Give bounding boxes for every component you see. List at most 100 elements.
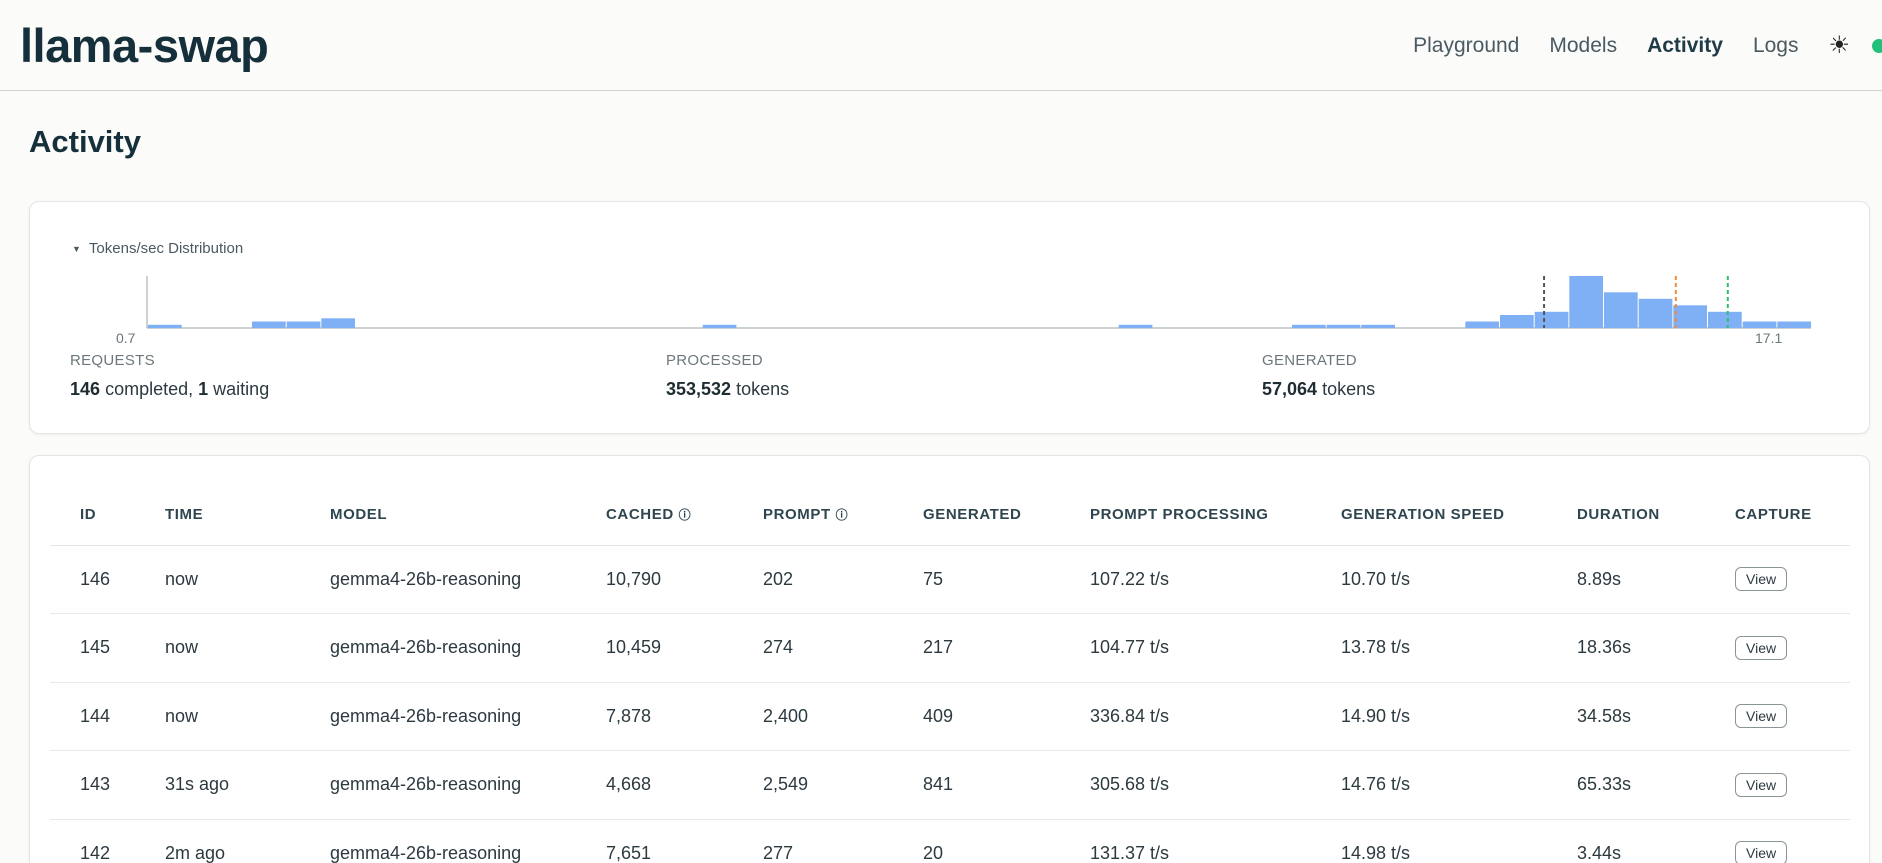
- col-capture: CAPTURE: [1735, 474, 1850, 546]
- cell-prompt: 274: [763, 613, 923, 683]
- histogram-bar[interactable]: [321, 318, 355, 329]
- histogram-min-label: 0.7: [116, 330, 136, 346]
- tokens-histogram: [74, 266, 1814, 352]
- info-icon[interactable]: ⓘ: [679, 508, 692, 522]
- histogram-bar[interactable]: [1604, 292, 1638, 329]
- histogram-max-label: 17.1: [1755, 330, 1783, 346]
- view-capture-button[interactable]: View: [1735, 635, 1788, 660]
- cell-duration: 8.89s: [1577, 545, 1735, 614]
- histogram-bar[interactable]: [252, 321, 286, 329]
- col-cached[interactable]: CACHED ⓘ: [606, 474, 763, 546]
- activity-table: ID TIME MODEL CACHED ⓘ PROMPT ⓘ GENERATE…: [50, 474, 1850, 863]
- histogram-bar[interactable]: [702, 324, 737, 329]
- histogram-bar[interactable]: [1465, 321, 1499, 329]
- generated-unit: tokens: [1322, 379, 1376, 399]
- nav-logs[interactable]: Logs: [1753, 34, 1799, 58]
- table-row: 143 31s ago gemma4-26b-reasoning 4,668 2…: [50, 750, 1850, 820]
- cell-duration: 18.36s: [1577, 613, 1735, 683]
- view-capture-button[interactable]: View: [1735, 772, 1788, 797]
- nav-models[interactable]: Models: [1549, 34, 1617, 58]
- histogram-bar[interactable]: [1292, 324, 1326, 329]
- histogram-bar[interactable]: [1326, 324, 1361, 329]
- table-row: 144 now gemma4-26b-reasoning 7,878 2,400…: [50, 682, 1850, 751]
- col-prompt-processing[interactable]: PROMPT PROCESSING: [1090, 474, 1341, 546]
- histogram-bar[interactable]: [1569, 276, 1603, 328]
- distribution-toggle-label: Tokens/sec Distribution: [88, 240, 244, 257]
- cell-generation-speed: 14.98 t/s: [1341, 819, 1577, 863]
- stat-requests-label: REQUESTS: [70, 352, 155, 369]
- col-time[interactable]: TIME: [165, 474, 330, 546]
- cell-id: 144: [50, 682, 165, 751]
- cell-cached: 7,651: [606, 819, 763, 863]
- processed-unit: tokens: [736, 379, 790, 399]
- cell-prompt-processing: 336.84 t/s: [1090, 682, 1341, 751]
- col-cached-label: CACHED: [606, 505, 674, 523]
- generated-count: 57,064: [1262, 379, 1318, 399]
- nav-playground[interactable]: Playground: [1413, 34, 1519, 58]
- requests-waiting-count: 1: [198, 379, 209, 399]
- histogram-bar[interactable]: [286, 321, 321, 329]
- cell-id: 146: [50, 545, 165, 614]
- cell-prompt: 277: [763, 819, 923, 863]
- col-generated[interactable]: GENERATED: [923, 474, 1090, 546]
- view-capture-button[interactable]: View: [1735, 841, 1788, 863]
- cell-generated: 409: [923, 682, 1090, 751]
- page-title: Activity: [29, 124, 141, 159]
- cell-prompt: 202: [763, 545, 923, 614]
- histogram-bar[interactable]: [1742, 321, 1777, 329]
- cell-model: gemma4-26b-reasoning: [330, 545, 606, 614]
- cell-prompt: 2,400: [763, 682, 923, 751]
- histogram-bar[interactable]: [148, 324, 182, 329]
- histogram-bar[interactable]: [1673, 305, 1707, 329]
- histogram-bar[interactable]: [1534, 311, 1569, 329]
- cell-model: gemma4-26b-reasoning: [330, 819, 606, 863]
- cell-generated: 75: [923, 545, 1090, 614]
- cell-cached: 7,878: [606, 682, 763, 751]
- view-capture-button[interactable]: View: [1735, 567, 1788, 592]
- view-capture-button[interactable]: View: [1735, 704, 1788, 729]
- histogram-bar[interactable]: [1638, 298, 1673, 329]
- cell-cached: 10,790: [606, 545, 763, 614]
- cell-id: 142: [50, 819, 165, 863]
- histogram-bar[interactable]: [1777, 321, 1811, 329]
- col-generation-speed[interactable]: GENERATION SPEED: [1341, 474, 1577, 546]
- histogram-svg: [146, 276, 1811, 329]
- cell-time: now: [165, 613, 330, 683]
- stat-requests: REQUESTS 146 completed, 1 waiting: [70, 352, 269, 400]
- app-title[interactable]: llama-swap: [20, 18, 269, 73]
- cell-prompt: 2,549: [763, 750, 923, 820]
- cell-generation-speed: 10.70 t/s: [1341, 545, 1577, 614]
- stat-generated-label: GENERATED: [1262, 352, 1357, 369]
- info-icon[interactable]: ⓘ: [836, 508, 849, 522]
- histogram-bar[interactable]: [1708, 311, 1742, 329]
- col-prompt[interactable]: PROMPT ⓘ: [763, 474, 923, 546]
- col-duration[interactable]: DURATION: [1577, 474, 1735, 546]
- col-id[interactable]: ID: [50, 474, 165, 546]
- nav-activity[interactable]: Activity: [1647, 34, 1723, 58]
- cell-model: gemma4-26b-reasoning: [330, 682, 606, 751]
- col-prompt-label: PROMPT: [763, 505, 831, 523]
- cell-prompt-processing: 305.68 t/s: [1090, 750, 1341, 820]
- histogram-bar[interactable]: [1118, 324, 1153, 329]
- cell-time: 31s ago: [165, 750, 330, 820]
- distribution-toggle[interactable]: ▼ Tokens/sec Distribution: [72, 240, 243, 257]
- stat-requests-value: 146 completed, 1 waiting: [70, 379, 269, 400]
- cell-id: 143: [50, 750, 165, 820]
- cell-duration: 34.58s: [1577, 682, 1735, 751]
- histogram-bar[interactable]: [1500, 315, 1534, 328]
- cell-generated: 20: [923, 819, 1090, 863]
- cell-prompt-processing: 131.37 t/s: [1090, 819, 1341, 863]
- cell-capture: View: [1735, 613, 1850, 683]
- cell-model: gemma4-26b-reasoning: [330, 750, 606, 820]
- cell-time: now: [165, 682, 330, 751]
- sun-icon[interactable]: ☀: [1828, 31, 1850, 60]
- stat-generated-value: 57,064 tokens: [1262, 379, 1375, 400]
- cell-id: 145: [50, 613, 165, 683]
- stat-processed-label: PROCESSED: [666, 352, 763, 369]
- cell-generation-speed: 13.78 t/s: [1341, 613, 1577, 683]
- table-row: 142 2m ago gemma4-26b-reasoning 7,651 27…: [50, 819, 1850, 863]
- main-nav: Playground Models Activity Logs ☀: [1383, 0, 1882, 91]
- col-model[interactable]: MODEL: [330, 474, 606, 546]
- histogram-bar[interactable]: [1361, 324, 1395, 329]
- cell-model: gemma4-26b-reasoning: [330, 613, 606, 683]
